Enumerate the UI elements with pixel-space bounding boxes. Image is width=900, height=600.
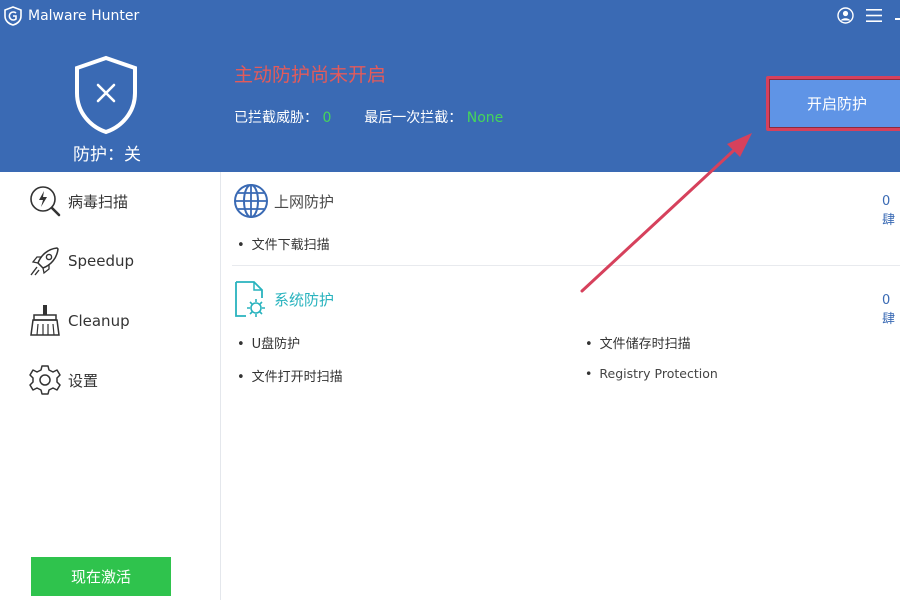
sidebar-item-cleanup[interactable]: Cleanup [28, 304, 130, 338]
globe-icon [234, 184, 268, 218]
system-protection-title: 系统防护 [274, 290, 335, 309]
section-divider [232, 265, 900, 266]
blocked-threats-count: 0 [322, 110, 332, 126]
blocked-threats-label: 已拦截威胁： [234, 110, 318, 126]
sidebar-item-label: 病毒扫描 [68, 192, 129, 211]
system-protection-header[interactable]: 系统防护 [232, 280, 334, 318]
feature-scan-on-open: 文件打开时扫描 [237, 366, 343, 385]
rocket-icon [30, 247, 59, 276]
feature-download-scan: 文件下载扫描 [237, 234, 330, 253]
enable-protection-button[interactable]: 开启防护 [766, 76, 900, 131]
protection-status-label: 防护：关 [73, 145, 141, 165]
sidebar-item-label: Speedup [68, 252, 135, 270]
feature-usb-protection: U盘防护 [237, 333, 301, 352]
feature-registry-protection: Registry Protection [585, 366, 717, 381]
activate-now-button[interactable]: 现在激活 [31, 557, 171, 596]
minimize-icon[interactable] [895, 18, 900, 20]
last-block-label: 最后一次拦截： [364, 110, 463, 126]
sidebar-item-virus-scan[interactable]: 病毒扫描 [28, 184, 128, 218]
sidebar: 病毒扫描 Speedup Cleanup 设置 现在激活 [0, 172, 221, 600]
system-protection-count: 0 肆 [882, 293, 896, 327]
web-protection-header[interactable]: 上网防护 [232, 182, 334, 220]
last-block-value: None [466, 110, 504, 126]
feature-scan-on-save: 文件储存时扫描 [585, 333, 691, 352]
sidebar-item-label: Cleanup [68, 312, 130, 330]
header: Malware Hunter 防护：关 主动防护尚未开启 已拦截威胁： 0 最后… [0, 0, 900, 172]
sidebar-item-settings[interactable]: 设置 [28, 363, 98, 397]
document-gear-icon [235, 281, 265, 317]
web-protection-title: 上网防护 [274, 192, 335, 211]
block-stats: 已拦截威胁： 0 最后一次拦截： None [234, 107, 503, 127]
broom-icon [30, 305, 60, 336]
scan-icon [30, 186, 61, 217]
main-content: 上网防护 0 肆 文件下载扫描 系统防护 0 肆 U盘防护 文件储存时扫描 文件… [222, 172, 900, 600]
sidebar-item-label: 设置 [68, 371, 99, 390]
app-logo-icon [4, 6, 22, 26]
web-protection-count: 0 肆 [882, 194, 896, 228]
title-bar: Malware Hunter [0, 0, 900, 32]
sidebar-item-speedup[interactable]: Speedup [28, 244, 134, 278]
menu-icon[interactable] [866, 8, 882, 23]
protection-warning-headline: 主动防护尚未开启 [234, 64, 387, 86]
app-title: Malware Hunter [28, 8, 140, 24]
gear-icon [29, 365, 61, 395]
user-account-icon[interactable] [837, 7, 854, 24]
app-window: Malware Hunter 防护：关 主动防护尚未开启 已拦截威胁： 0 最后… [0, 0, 900, 600]
shield-off-icon [75, 55, 137, 135]
